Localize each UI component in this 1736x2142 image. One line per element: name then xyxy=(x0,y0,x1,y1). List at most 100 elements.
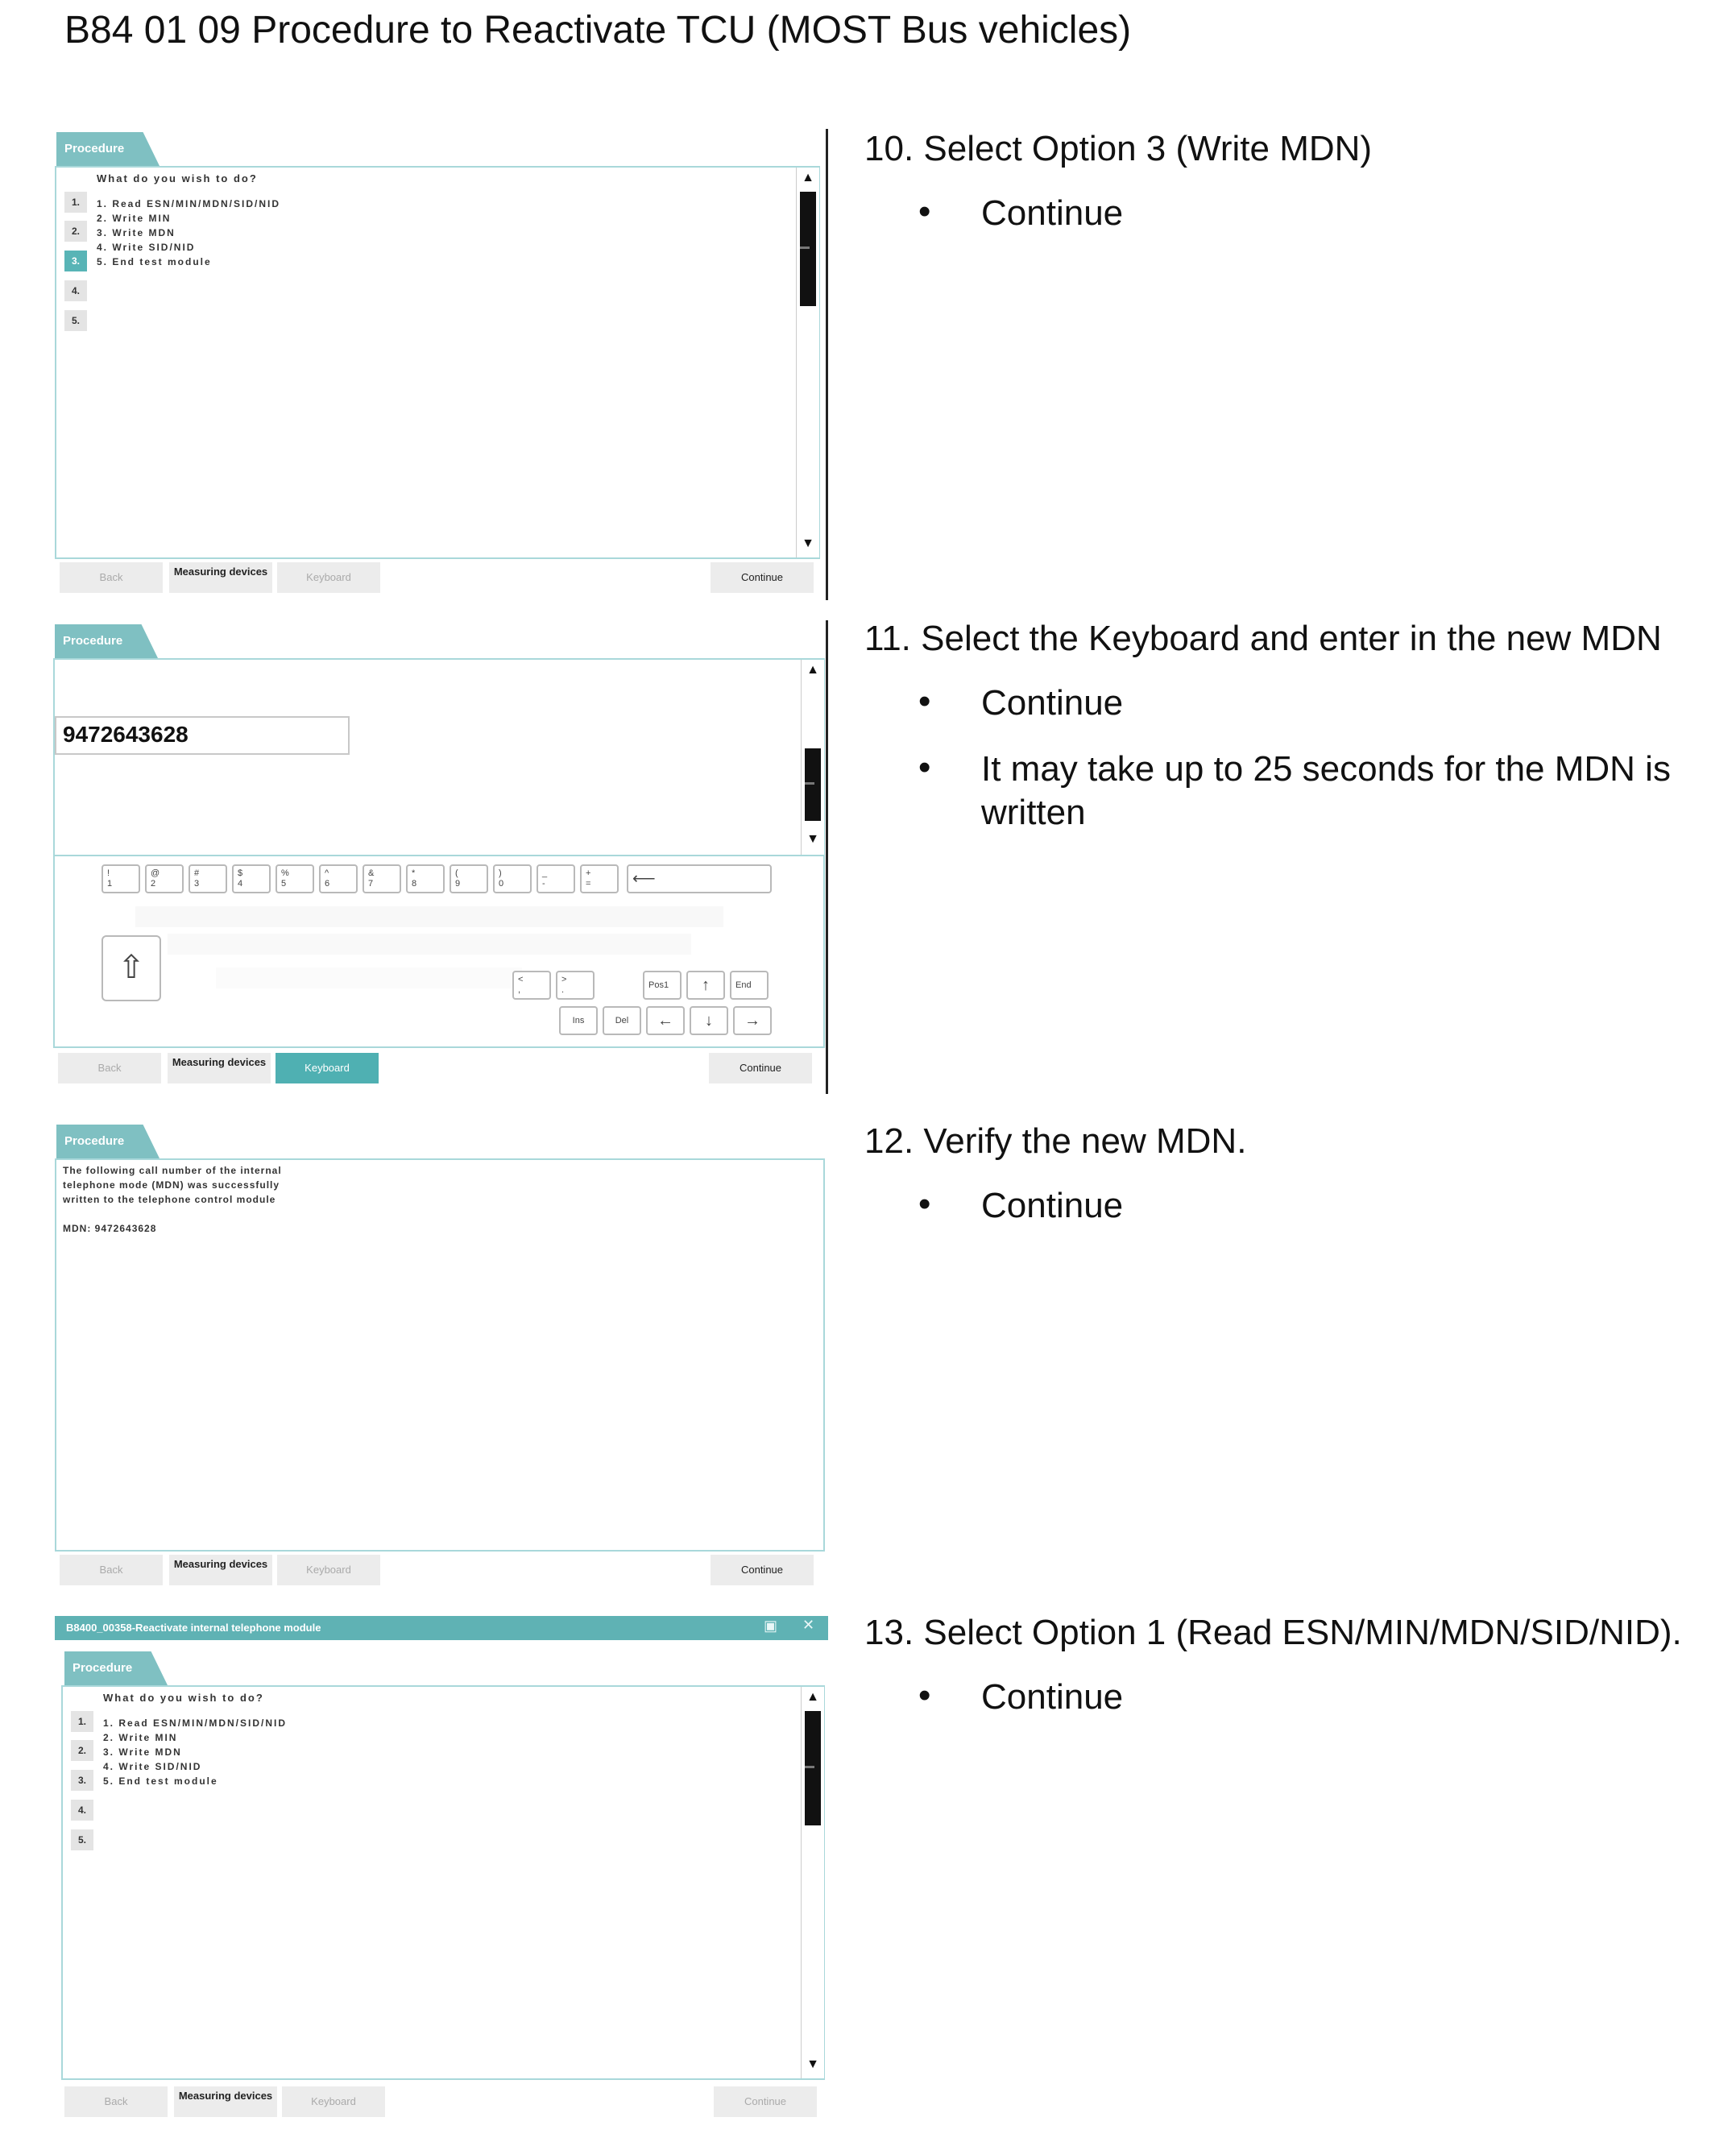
continue-button[interactable]: Continue xyxy=(711,562,814,593)
scroll-thumb[interactable] xyxy=(805,1711,821,1825)
measuring-devices-button[interactable]: Measuring devices xyxy=(169,562,272,593)
pos1-key[interactable]: Pos1 xyxy=(643,971,682,1000)
scroll-up-icon[interactable]: ▲ xyxy=(804,661,822,679)
option-item: 5. End test module xyxy=(97,256,212,267)
back-button[interactable]: Back xyxy=(64,2086,168,2117)
number-button-3[interactable]: 3. xyxy=(71,1770,93,1791)
key-6[interactable]: ^ 6 xyxy=(319,864,358,893)
option-item: 2. Write MIN xyxy=(97,213,172,224)
number-button-1[interactable]: 1. xyxy=(64,192,87,213)
key-8[interactable]: * 8 xyxy=(406,864,445,893)
key-less-than[interactable]: <, xyxy=(512,971,551,1000)
scroll-up-icon[interactable]: ▲ xyxy=(799,169,817,187)
key-2[interactable]: @2 xyxy=(145,864,184,893)
restore-icon[interactable]: ▣ xyxy=(764,1618,777,1634)
key-minus[interactable]: _ - xyxy=(537,864,575,893)
up-arrow-key[interactable]: ↑ xyxy=(686,971,725,1000)
option-item: 4. Write SID/NID xyxy=(103,1761,202,1772)
keyboard-button[interactable]: Keyboard xyxy=(282,2086,385,2117)
down-arrow-key[interactable]: ↓ xyxy=(690,1006,728,1035)
number-button-2[interactable]: 2. xyxy=(71,1740,93,1761)
option-item: 3. Write MDN xyxy=(103,1746,182,1758)
option-item: 5. End test module xyxy=(103,1775,218,1787)
question-text: What do you wish to do? xyxy=(103,1692,264,1704)
step-13-bullet: Continue xyxy=(981,1677,1124,1717)
mdn-input[interactable]: 9472643628 xyxy=(55,716,350,755)
continue-button[interactable]: Continue xyxy=(711,1555,814,1585)
right-arrow-key[interactable]: → xyxy=(733,1006,772,1035)
arrow-left-icon: ⟵ xyxy=(632,870,656,888)
key-7[interactable]: & 7 xyxy=(363,864,401,893)
screenshot-keyboard-entry: Procedure 9472643628 ▲ ▼ ! 1 @2 #3 $4 % 5 … xyxy=(53,624,828,1094)
options-list: 1. Read ESN/MIN/MDN/SID/NID 2. Write MIN… xyxy=(103,1716,287,1788)
scroll-thumb[interactable] xyxy=(805,748,821,821)
screenshot-verify-mdn: Procedure The following call number of t… xyxy=(55,1125,828,1592)
number-button-3-selected[interactable]: 3. xyxy=(64,251,87,271)
document-title: B84 01 09 Procedure to Reactivate TCU (M… xyxy=(64,9,1132,52)
key-1[interactable]: ! 1 xyxy=(102,864,140,893)
screenshot-write-mdn-menu: Procedure What do you wish to do? 1. 2. … xyxy=(55,132,828,599)
continue-button[interactable]: Continue xyxy=(709,1053,812,1083)
key-5[interactable]: % 5 xyxy=(276,864,314,893)
scroll-grip-icon xyxy=(800,247,810,249)
procedure-tab[interactable]: Procedure xyxy=(64,1651,168,1685)
ins-key[interactable]: Ins xyxy=(559,1006,598,1035)
bullet-icon: • xyxy=(918,748,931,787)
options-list: 1. Read ESN/MIN/MDN/SID/NID 2. Write MIN… xyxy=(97,197,280,269)
procedure-tab[interactable]: Procedure xyxy=(56,132,160,166)
step-11-bullet-1: Continue xyxy=(981,683,1124,723)
back-button[interactable]: Back xyxy=(58,1053,161,1083)
shift-key[interactable]: ⇧ xyxy=(102,935,161,1001)
step-11-bullet-2: It may take up to 25 seconds for the MDN… xyxy=(981,749,1671,832)
measuring-devices-button[interactable]: Measuring devices xyxy=(174,2086,277,2117)
scroll-thumb[interactable] xyxy=(800,192,816,306)
key-greater-than[interactable]: >. xyxy=(556,971,595,1000)
procedure-panel: What do you wish to do? 1. 2. 3. 4. 5. 1… xyxy=(61,1685,825,2080)
backspace-key[interactable]: ⟵ xyxy=(627,864,772,893)
close-icon[interactable]: ✕ xyxy=(802,1617,814,1634)
key-equals[interactable]: + = xyxy=(580,864,619,893)
key-0[interactable]: ) 0 xyxy=(493,864,532,893)
number-button-5[interactable]: 5. xyxy=(71,1829,93,1850)
back-button[interactable]: Back xyxy=(60,1555,163,1585)
faded-key-row xyxy=(168,934,691,955)
number-button-2[interactable]: 2. xyxy=(64,221,87,242)
keyboard-button-active[interactable]: Keyboard xyxy=(276,1053,379,1083)
key-4[interactable]: $4 xyxy=(232,864,271,893)
scroll-grip-icon xyxy=(805,1766,814,1768)
scroll-down-icon[interactable]: ▼ xyxy=(804,831,822,848)
scrollbar[interactable]: ▲ ▼ xyxy=(796,168,819,557)
procedure-panel: What do you wish to do? 1. 2. 3. 4. 5. 1… xyxy=(55,166,820,559)
measuring-devices-button[interactable]: Measuring devices xyxy=(168,1053,271,1083)
procedure-tab[interactable]: Procedure xyxy=(56,1125,160,1158)
keyboard-button[interactable]: Keyboard xyxy=(277,1555,380,1585)
window-title: B8400_00358-Reactivate internal telephon… xyxy=(66,1622,321,1634)
vertical-divider xyxy=(826,620,828,1094)
scrollbar[interactable]: ▲ ▼ xyxy=(801,660,824,855)
left-arrow-key[interactable]: ← xyxy=(646,1006,685,1035)
scrollbar[interactable]: ▲ ▼ xyxy=(801,1687,824,2078)
end-key[interactable]: End xyxy=(730,971,769,1000)
arrow-down-icon: ↓ xyxy=(705,1012,713,1030)
keyboard-button[interactable]: Keyboard xyxy=(277,562,380,593)
key-9[interactable]: (9 xyxy=(450,864,488,893)
procedure-tab[interactable]: Procedure xyxy=(55,624,158,658)
key-3[interactable]: #3 xyxy=(189,864,227,893)
measuring-devices-button[interactable]: Measuring devices xyxy=(169,1555,272,1585)
mdn-readout: MDN: 9472643628 xyxy=(63,1223,157,1234)
del-key[interactable]: Del xyxy=(603,1006,641,1035)
number-button-4[interactable]: 4. xyxy=(71,1800,93,1821)
step-12-bullet: Continue xyxy=(981,1186,1124,1225)
number-button-1[interactable]: 1. xyxy=(71,1711,93,1732)
number-button-4[interactable]: 4. xyxy=(64,280,87,301)
continue-button[interactable]: Continue xyxy=(714,2086,817,2117)
arrow-right-icon: → xyxy=(744,1012,760,1030)
back-button[interactable]: Back xyxy=(60,562,163,593)
scroll-down-icon[interactable]: ▼ xyxy=(804,2056,822,2074)
scroll-up-icon[interactable]: ▲ xyxy=(804,1688,822,1706)
step-10-bullet: Continue xyxy=(981,193,1124,233)
window-titlebar: B8400_00358-Reactivate internal telephon… xyxy=(55,1616,828,1640)
option-item: 4. Write SID/NID xyxy=(97,242,196,253)
scroll-down-icon[interactable]: ▼ xyxy=(799,535,817,553)
number-button-5[interactable]: 5. xyxy=(64,310,87,331)
